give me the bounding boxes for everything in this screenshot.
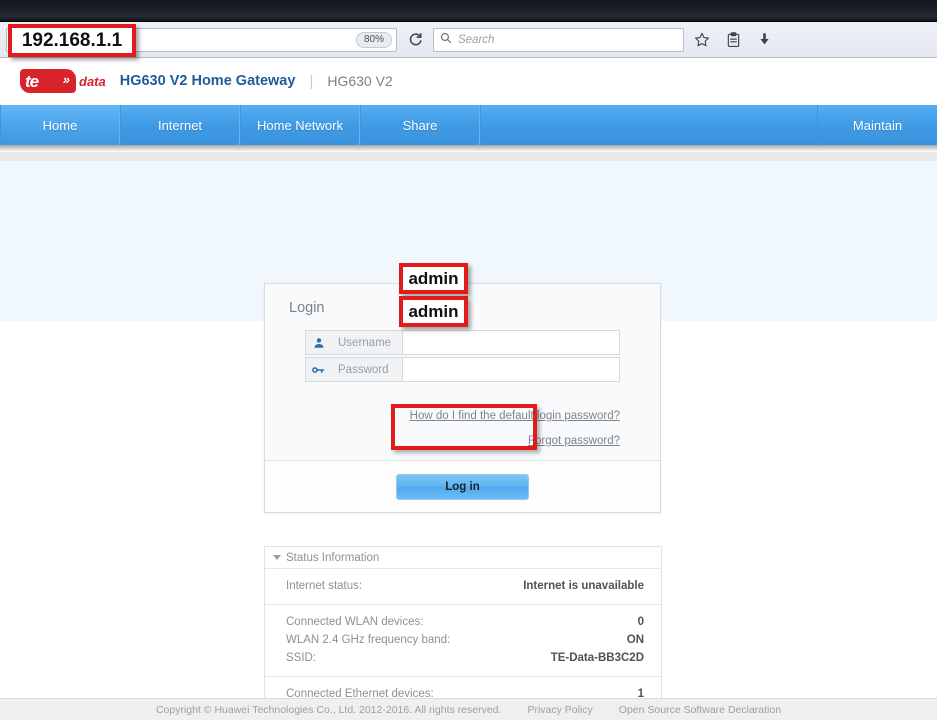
- password-label: Password: [331, 357, 402, 382]
- user-icon: [305, 330, 331, 355]
- annotation-password: admin: [399, 296, 468, 327]
- nav-item-share[interactable]: Share: [360, 105, 480, 145]
- status-row: Connected WLAN devices: 0: [286, 613, 644, 631]
- page-title: HG630 V2 Home Gateway: [119, 73, 296, 89]
- page-footer: Copyright © Huawei Technologies Co., Ltd…: [0, 698, 937, 720]
- status-panel-header[interactable]: Status Information: [265, 547, 661, 569]
- main-navigation: Home Internet Home Network Share Maintai…: [0, 105, 937, 152]
- tedata-logo-text: te: [25, 71, 39, 91]
- nav-item-label: Share: [402, 117, 438, 133]
- annotation-url: 192.168.1.1: [8, 24, 136, 57]
- nav-item-home[interactable]: Home: [0, 105, 120, 145]
- status-key: Internet status:: [286, 580, 363, 592]
- page-content: te » data HG630 V2 Home Gateway | HG630 …: [0, 58, 937, 720]
- search-placeholder: Search: [458, 33, 495, 46]
- tedata-logo-chevron-icon: »: [62, 72, 70, 87]
- tedata-logo-word: data: [79, 73, 106, 89]
- username-input[interactable]: [402, 330, 620, 355]
- password-row: Password: [305, 357, 620, 382]
- key-icon: [305, 357, 331, 382]
- login-form: Username Password: [265, 330, 660, 382]
- collapse-triangle-icon[interactable]: [273, 555, 281, 560]
- login-button[interactable]: Log in: [396, 473, 529, 500]
- login-card-footer: Log in: [265, 460, 660, 512]
- tedata-logo-mark: te »: [20, 69, 76, 93]
- nav-item-label: Home Network: [257, 117, 343, 133]
- status-key: WLAN 2.4 GHz frequency band:: [286, 634, 451, 646]
- nav-item-label: Maintain: [852, 117, 903, 133]
- gateway-header: te » data HG630 V2 Home Gateway | HG630 …: [0, 58, 937, 105]
- status-value: 0: [637, 616, 644, 628]
- clipboard-icon[interactable]: [720, 27, 746, 53]
- status-value: Internet is unavailable: [523, 580, 644, 592]
- status-information-panel: Status Information Internet status: Inte…: [264, 546, 662, 720]
- nav-spacer: [480, 105, 817, 145]
- username-label: Username: [331, 330, 402, 355]
- status-value: ON: [626, 634, 644, 646]
- status-key: SSID:: [286, 652, 317, 664]
- status-group: Connected WLAN devices: 0 WLAN 2.4 GHz f…: [265, 605, 661, 677]
- search-box[interactable]: Search: [433, 27, 684, 52]
- nav-item-label: Home: [42, 117, 78, 133]
- status-row: SSID: TE-Data-BB3C2D: [286, 649, 644, 667]
- nav-item-label: Internet: [157, 117, 203, 133]
- browser-titlebar: [0, 0, 937, 22]
- title-separator: |: [309, 72, 314, 90]
- nav-item-maintain[interactable]: Maintain: [817, 105, 937, 145]
- zoom-level-badge[interactable]: 80%: [355, 31, 392, 48]
- nav-shadow-band: [0, 152, 937, 161]
- annotation-login-button: [391, 404, 537, 450]
- password-input[interactable]: [402, 357, 620, 382]
- status-row: Internet status: Internet is unavailable: [286, 577, 644, 595]
- star-icon[interactable]: [689, 27, 715, 53]
- status-panel-title: Status Information: [286, 551, 380, 564]
- status-row: WLAN 2.4 GHz frequency band: ON: [286, 631, 644, 649]
- copyright-text: Copyright © Huawei Technologies Co., Ltd…: [155, 703, 502, 716]
- search-icon: [440, 31, 452, 49]
- username-row: Username: [305, 330, 620, 355]
- browser-toolbar: 80% Search: [0, 22, 937, 58]
- reload-icon[interactable]: [402, 27, 428, 53]
- privacy-policy-link[interactable]: Privacy Policy: [527, 704, 592, 716]
- download-arrow-icon[interactable]: [751, 27, 777, 53]
- nav-item-home-network[interactable]: Home Network: [240, 105, 360, 145]
- status-key: Connected WLAN devices:: [286, 616, 424, 628]
- tedata-logo: te » data: [20, 69, 106, 93]
- open-source-declaration-link[interactable]: Open Source Software Declaration: [619, 704, 781, 716]
- device-model: HG630 V2: [327, 73, 393, 89]
- status-group: Internet status: Internet is unavailable: [265, 569, 661, 605]
- nav-item-internet[interactable]: Internet: [120, 105, 240, 145]
- annotation-username: admin: [399, 263, 468, 294]
- status-value: TE-Data-BB3C2D: [550, 652, 644, 664]
